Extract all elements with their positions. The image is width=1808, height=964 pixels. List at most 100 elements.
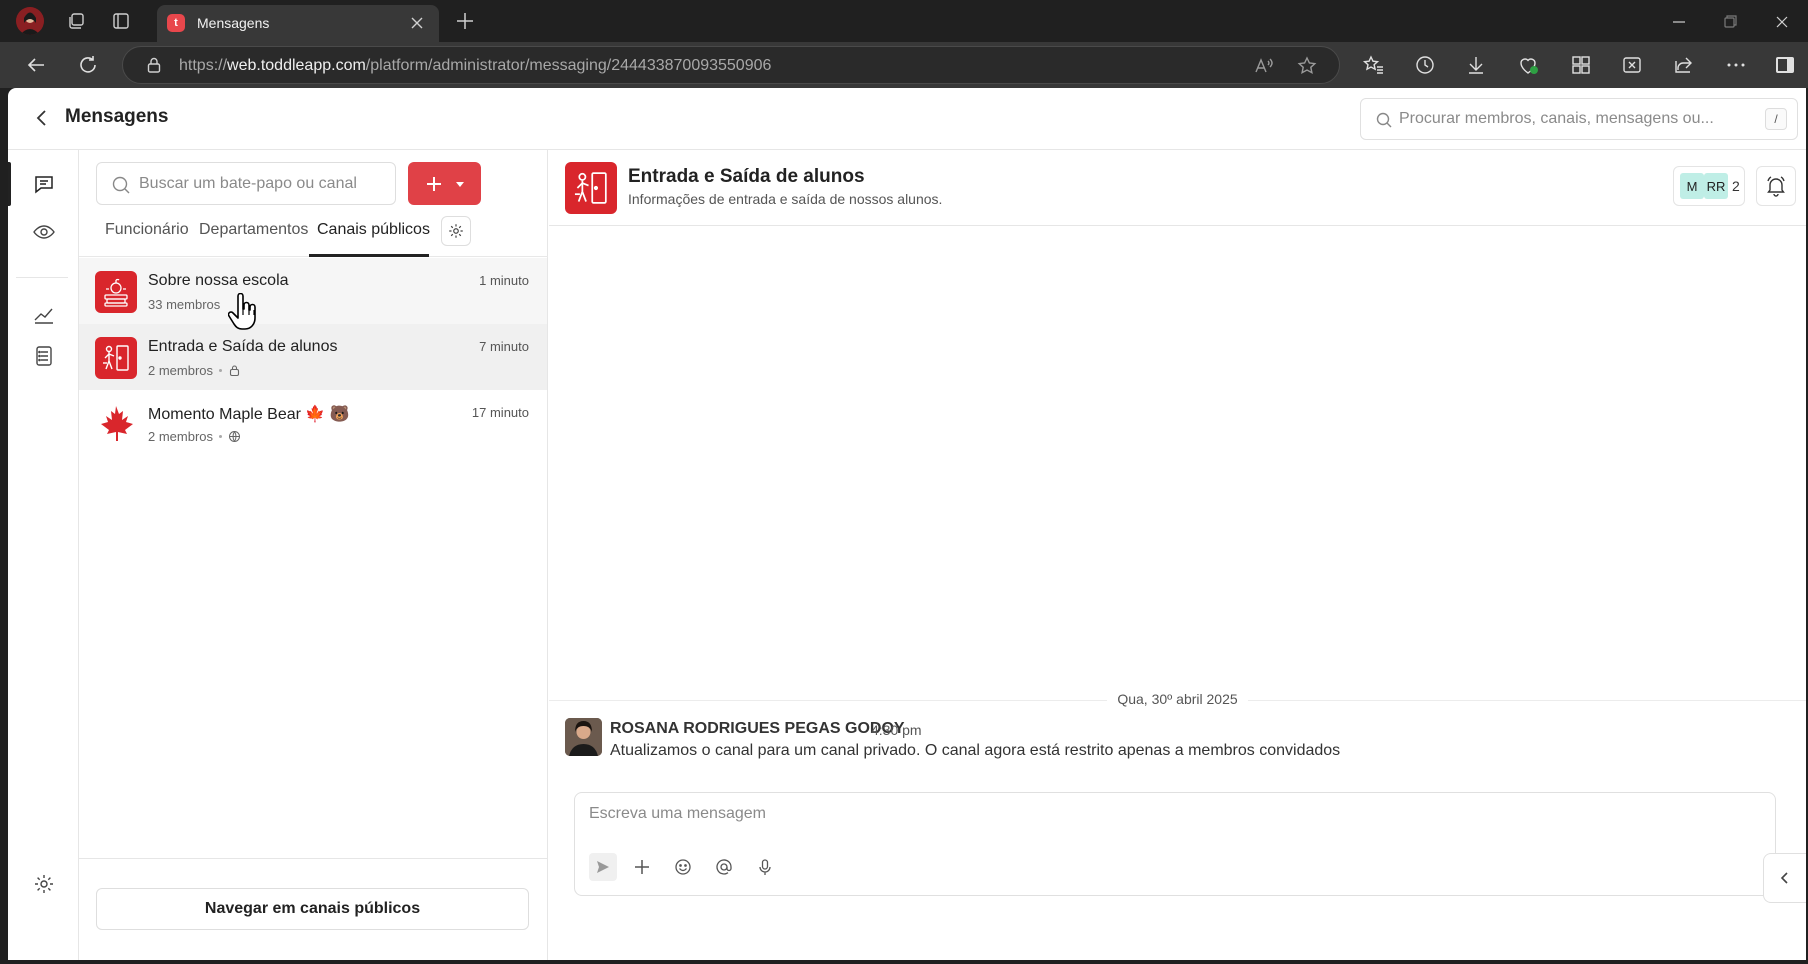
member-chip: M	[1680, 173, 1704, 199]
globe-icon	[228, 430, 241, 443]
extensions-icon[interactable]	[1569, 53, 1593, 77]
microphone-icon	[756, 858, 774, 876]
lock-icon	[228, 364, 241, 377]
close-tab-icon[interactable]	[407, 13, 427, 33]
nav-rail	[8, 150, 79, 960]
close-window-icon[interactable]	[1770, 10, 1794, 34]
plus-icon	[633, 858, 651, 876]
lock-icon[interactable]	[145, 56, 163, 74]
message-item: ROSANA RODRIGUES PEGAS GODOY 4:30 pm Atu…	[565, 718, 1785, 768]
more-menu-icon[interactable]	[1724, 53, 1748, 77]
search-icon	[111, 175, 131, 195]
address-bar[interactable]: https://web.toddleapp.com/platform/admin…	[122, 46, 1340, 84]
channel-row-entrada-saida[interactable]: Entrada e Saída de alunos 2 membros 7 mi…	[79, 324, 547, 390]
workspaces-icon[interactable]	[64, 9, 88, 33]
message-author: ROSANA RODRIGUES PEGAS GODOY	[610, 720, 905, 737]
channel-description: Informações de entrada e saída de nossos…	[628, 191, 943, 207]
caret-down-icon	[454, 178, 466, 190]
global-search-input[interactable]	[1399, 107, 1739, 131]
page-title: Mensagens	[65, 106, 169, 127]
history-icon[interactable]	[1413, 53, 1437, 77]
door-exit-icon	[565, 162, 617, 214]
toddle-favicon-icon: t	[167, 14, 185, 32]
rail-item-records[interactable]	[8, 332, 79, 380]
minimize-icon[interactable]	[1667, 10, 1691, 34]
share-icon[interactable]	[1672, 53, 1696, 77]
member-chip: RR	[1704, 173, 1728, 199]
tab-title: Mensagens	[197, 15, 270, 31]
favorites-icon[interactable]	[1362, 53, 1386, 77]
chevron-left-icon	[1776, 869, 1794, 887]
rail-item-analytics[interactable]	[8, 290, 79, 338]
voice-button[interactable]	[751, 853, 779, 881]
avatar[interactable]	[565, 718, 602, 756]
browser-tab-bar: t Mensagens	[0, 0, 1808, 42]
rail-divider	[16, 277, 68, 278]
channel-time: 1 minuto	[479, 273, 529, 288]
tab-departamentos[interactable]: Departamentos	[199, 221, 308, 239]
channel-members: 2 membros	[148, 429, 241, 444]
new-chat-button[interactable]	[408, 162, 481, 205]
channel-time: 17 minuto	[471, 405, 529, 420]
app-window: Mensagens /	[8, 88, 1806, 960]
rail-item-overview[interactable]	[8, 208, 79, 256]
emoji-button[interactable]	[669, 853, 697, 881]
school-books-icon	[95, 271, 137, 313]
tab-funcionario[interactable]: Funcionário	[105, 221, 189, 239]
gear-icon	[447, 222, 465, 240]
browser-essentials-icon[interactable]	[1516, 53, 1540, 77]
channel-name: Momento Maple Bear 🍁 🐻	[148, 406, 350, 423]
sidebar-icon[interactable]	[1773, 53, 1797, 77]
plus-icon	[424, 174, 444, 194]
chat-header: Entrada e Saída de alunos Informações de…	[549, 150, 1806, 226]
message-text: Atualizamos o canal para um canal privad…	[610, 742, 1341, 759]
url-text[interactable]: https://web.toddleapp.com/platform/admin…	[179, 57, 771, 75]
rail-item-settings[interactable]	[8, 860, 79, 908]
channel-settings-button[interactable]	[441, 216, 471, 246]
channel-name: Sobre nossa escola	[148, 272, 289, 289]
refresh-icon[interactable]	[76, 53, 100, 77]
favorite-star-icon[interactable]	[1296, 55, 1318, 77]
expand-panel-button[interactable]	[1763, 853, 1806, 903]
chat-search[interactable]	[96, 162, 396, 205]
new-tab-icon[interactable]	[453, 9, 477, 33]
browse-public-channels-button[interactable]: Navegar em canais públicos	[96, 888, 529, 930]
screenshot-icon[interactable]	[1620, 53, 1644, 77]
download-icon[interactable]	[1464, 53, 1488, 77]
profile-avatar[interactable]	[16, 7, 44, 35]
date-divider: Qua, 30º abril 2025	[549, 691, 1806, 709]
maple-leaf-icon	[95, 403, 137, 445]
channel-time: 7 minuto	[479, 339, 529, 354]
mention-button[interactable]	[710, 853, 738, 881]
send-button[interactable]	[589, 853, 617, 881]
members-button[interactable]: M RR 2	[1673, 166, 1745, 206]
browser-tab-active[interactable]: t Mensagens	[157, 5, 439, 42]
list-icon	[32, 344, 56, 368]
restore-icon[interactable]	[1718, 10, 1742, 34]
channel-members: 33 membros	[148, 297, 221, 312]
back-chevron-icon[interactable]	[30, 106, 54, 130]
emoji-icon	[674, 858, 692, 876]
chat-search-input[interactable]	[139, 173, 387, 195]
chat-icon	[32, 172, 56, 196]
channel-name: Entrada e Saída de alunos	[148, 338, 338, 355]
browse-footer: Navegar em canais públicos	[79, 858, 548, 960]
message-composer	[574, 792, 1776, 896]
channel-row-sobre-nossa-escola[interactable]: Sobre nossa escola 33 membros 1 minuto	[79, 258, 547, 324]
message-time: 4:30 pm	[871, 722, 922, 738]
member-count: 2	[1732, 178, 1740, 194]
chat-panel: Entrada e Saída de alunos Informações de…	[549, 150, 1806, 960]
global-search[interactable]: /	[1360, 98, 1798, 140]
back-arrow-icon[interactable]	[24, 53, 48, 77]
rail-item-messages[interactable]	[8, 160, 79, 208]
tab-canais-publicos[interactable]: Canais públicos	[317, 221, 430, 239]
notifications-button[interactable]	[1756, 166, 1796, 206]
read-aloud-icon[interactable]	[1253, 55, 1275, 77]
channel-row-momento-maple-bear[interactable]: Momento Maple Bear 🍁 🐻 2 membros 17 minu…	[79, 390, 547, 456]
send-icon	[595, 859, 611, 875]
message-input[interactable]	[589, 805, 1759, 833]
tab-actions-icon[interactable]	[109, 9, 133, 33]
attach-button[interactable]	[628, 853, 656, 881]
analytics-icon	[32, 302, 56, 326]
search-icon	[1375, 111, 1393, 129]
